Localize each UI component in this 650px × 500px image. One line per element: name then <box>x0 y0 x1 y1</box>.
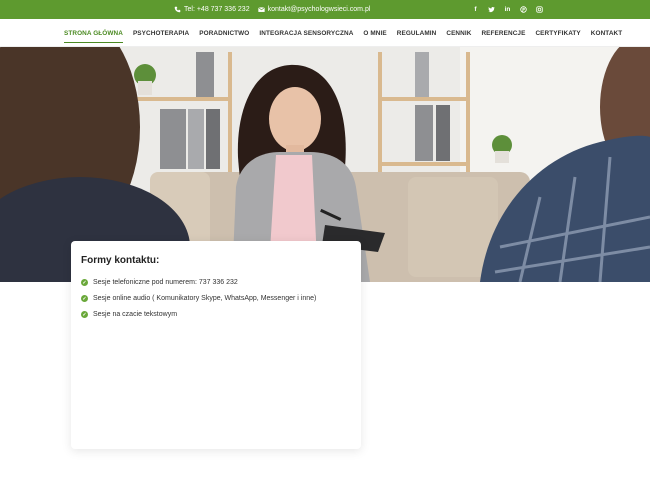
nav-item-referencje[interactable]: REFERENCJE <box>481 19 525 47</box>
list-item-text: Sesje na czacie tekstowym <box>93 311 178 318</box>
nav-item-regulamin[interactable]: REGULAMIN <box>397 19 437 47</box>
phone-link[interactable]: Tel: +48 737 336 232 <box>174 6 250 13</box>
phone-text: Tel: +48 737 336 232 <box>184 6 250 13</box>
email-link[interactable]: kontakt@psychologwsieci.com.pl <box>257 6 371 13</box>
nav-item-integracja[interactable]: INTEGRACJA SENSORYCZNA <box>259 19 353 47</box>
list-item: ✓ Sesje na czacie tekstowym <box>81 310 351 319</box>
contact-forms-card: Formy kontaktu: ✓ Sesje telefoniczne pod… <box>71 241 361 449</box>
nav-item-cennik[interactable]: CENNIK <box>446 19 471 47</box>
check-icon: ✓ <box>81 295 88 302</box>
check-icon: ✓ <box>81 279 88 286</box>
main-nav: STRONA GŁÓWNA PSYCHOTERAPIA PORADNICTWO … <box>0 19 650 47</box>
card-title: Formy kontaktu: <box>81 255 160 266</box>
facebook-icon[interactable]: f <box>472 6 479 13</box>
nav-item-psychoterapia[interactable]: PSYCHOTERAPIA <box>133 19 189 47</box>
contact-forms-list: ✓ Sesje telefoniczne pod numerem: 737 33… <box>81 278 351 319</box>
nav-item-kontakt[interactable]: KONTAKT <box>591 19 622 47</box>
nav-item-certyfikaty[interactable]: CERTYFIKATY <box>535 19 580 47</box>
envelope-icon <box>257 6 265 13</box>
contact-info: Tel: +48 737 336 232 kontakt@psychologws… <box>174 0 370 19</box>
top-bar: Tel: +48 737 336 232 kontakt@psychologws… <box>0 0 650 19</box>
list-item-text: Sesje telefoniczne pod numerem: 737 336 … <box>93 279 238 286</box>
pinterest-icon[interactable] <box>520 6 527 13</box>
list-item-text: Sesje online audio ( Komunikatory Skype,… <box>93 295 317 302</box>
email-text: kontakt@psychologwsieci.com.pl <box>267 6 371 13</box>
list-item: ✓ Sesje online audio ( Komunikatory Skyp… <box>81 294 351 303</box>
nav-item-o-mnie[interactable]: O MNIE <box>363 19 386 47</box>
linkedin-icon[interactable]: in <box>504 6 511 13</box>
nav-item-poradnictwo[interactable]: PORADNICTWO <box>199 19 249 47</box>
check-icon: ✓ <box>81 311 88 318</box>
phone-icon <box>174 6 181 13</box>
instagram-icon[interactable] <box>536 6 543 13</box>
twitter-icon[interactable] <box>488 6 495 13</box>
social-links: f in <box>472 0 543 19</box>
nav-item-home[interactable]: STRONA GŁÓWNA <box>64 19 123 47</box>
list-item: ✓ Sesje telefoniczne pod numerem: 737 33… <box>81 278 351 287</box>
